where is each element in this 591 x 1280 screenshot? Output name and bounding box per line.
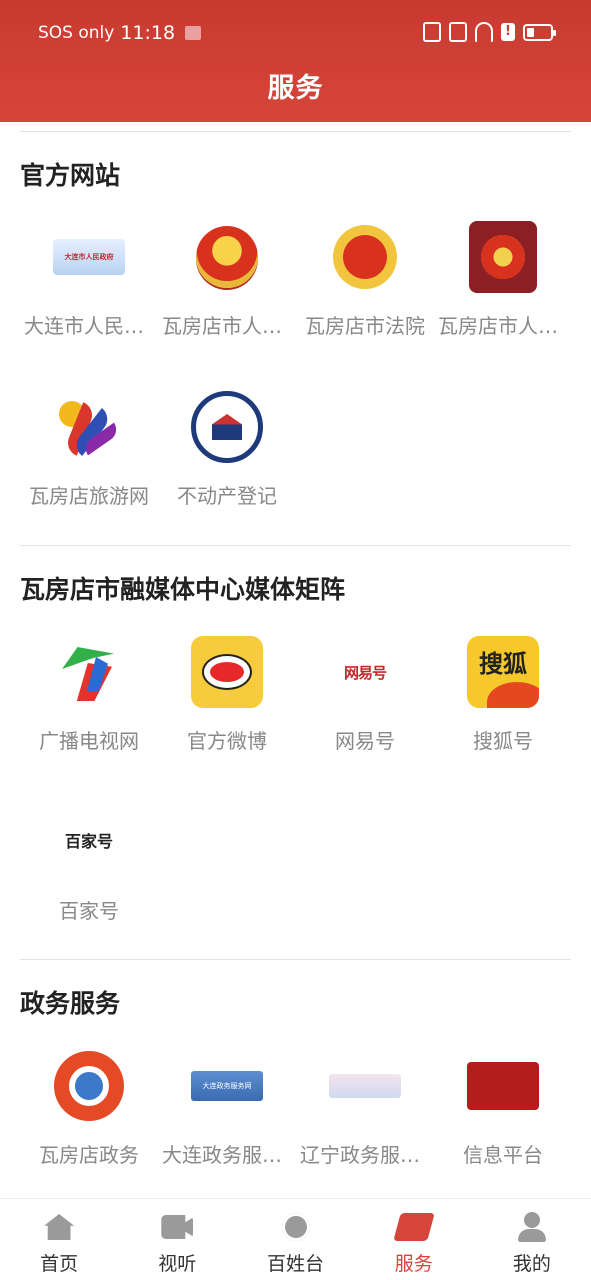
section-title-gov: 政务服务: [20, 989, 121, 1018]
tourism-logo-icon: [52, 390, 126, 464]
tab-label: 我的: [512, 1253, 551, 1275]
tab-service[interactable]: 服务: [355, 1199, 473, 1280]
home-icon: [42, 1211, 76, 1243]
official-item-tourism[interactable]: 瓦房店旅游网: [20, 390, 158, 509]
media-item-weibo[interactable]: 官方微博: [158, 635, 296, 754]
item-label: 网易号: [335, 729, 395, 753]
status-right: !: [423, 22, 556, 42]
wifi-icon: [475, 22, 493, 42]
divider: [20, 131, 571, 132]
item-label: 搜狐号: [473, 729, 533, 753]
tab-label: 视听: [158, 1253, 197, 1275]
item-label: 信息平台: [463, 1143, 543, 1167]
service-content[interactable]: 官方网站 大连市人民政府 大连市人民政府 瓦房店市人民政府 瓦房店市法院 瓦房店…: [0, 122, 591, 1198]
item-label: 大连市人民政府: [24, 314, 158, 338]
media-item-netease[interactable]: 网易号 网易号: [296, 635, 434, 754]
sohu-icon: 搜狐: [466, 635, 540, 709]
official-item-wfd-gov[interactable]: 瓦房店市人民政府: [158, 220, 296, 339]
gov-item-info[interactable]: 信息平台: [434, 1049, 572, 1168]
official-item-real-estate[interactable]: 不动产登记: [158, 390, 296, 509]
item-label: 瓦房店市人民检察院: [438, 314, 572, 338]
status-bar: SOS only 11:18 !: [0, 0, 591, 66]
section-title-media: 瓦房店市融媒体中心媒体矩阵: [20, 575, 346, 604]
tab-community[interactable]: 百姓台: [236, 1199, 354, 1280]
official-item-court[interactable]: 瓦房店市法院: [296, 220, 434, 339]
gov-item-liaoning[interactable]: 辽宁政务服务网: [296, 1049, 434, 1168]
baijiahao-icon: 百家号: [52, 805, 126, 879]
item-label: 瓦房店政务: [39, 1143, 139, 1167]
divider: [20, 959, 571, 960]
divider: [20, 545, 571, 546]
procuratorate-emblem-icon: [466, 220, 540, 294]
tab-label: 百姓台: [267, 1253, 325, 1275]
video-icon: [160, 1211, 194, 1243]
national-emblem-icon: [190, 220, 264, 294]
item-label: 瓦房店市人民政府: [162, 314, 296, 338]
alert-icon: !: [501, 23, 515, 41]
section-title-official: 官方网站: [20, 161, 121, 190]
tab-profile[interactable]: 我的: [473, 1199, 591, 1280]
netease-icon: 网易号: [328, 635, 402, 709]
media-item-tv[interactable]: 广播电视网: [20, 635, 158, 754]
tab-label: 首页: [40, 1253, 79, 1275]
media-item-sohu[interactable]: 搜狐 搜狐号: [434, 635, 572, 754]
gov-item-wfd[interactable]: 瓦房店政务: [20, 1049, 158, 1168]
gov-item-dalian[interactable]: 大连政务服务网 大连政务服务网: [158, 1049, 296, 1168]
official-item-procuratorate[interactable]: 瓦房店市人民检察院: [434, 220, 572, 339]
page-title: 服务: [267, 73, 324, 104]
wafangdian-gov-icon: [52, 1049, 126, 1123]
liaoning-gov-service-icon: [328, 1049, 402, 1123]
bottom-tab-bar: 首页 视听 百姓台 服务 我的: [0, 1198, 591, 1280]
battery-icon: [523, 23, 556, 41]
tv-logo-icon: [52, 635, 126, 709]
clock: 11:18: [120, 22, 176, 44]
network-status: SOS only: [38, 23, 115, 43]
item-label: 官方微博: [187, 729, 267, 753]
status-left: SOS only 11:18: [38, 22, 202, 44]
service-icon: [392, 1211, 435, 1243]
item-label: 大连政务服务网: [162, 1143, 296, 1167]
notification-icon: [185, 26, 202, 40]
tab-home[interactable]: 首页: [0, 1199, 118, 1280]
official-item-dalian-gov[interactable]: 大连市人民政府 大连市人民政府: [20, 220, 158, 339]
tab-label: 服务: [394, 1253, 433, 1275]
netease-logo-text: 网易号: [343, 663, 387, 682]
media-item-baijiahao[interactable]: 百家号 百家号: [20, 805, 158, 924]
vibrate-icon: [449, 22, 467, 42]
baijiahao-logo-text: 百家号: [64, 832, 113, 852]
planet-icon: [276, 1208, 315, 1246]
dalian-gov-banner-icon: 大连市人民政府: [52, 220, 126, 294]
sohu-logo-text: 搜狐: [467, 636, 539, 708]
dalian-banner-text: 大连政务服务网: [191, 1071, 263, 1101]
nfc-icon: [423, 22, 441, 42]
item-label: 不动产登记: [177, 484, 277, 508]
tab-video[interactable]: 视听: [118, 1199, 236, 1280]
dalian-gov-service-icon: 大连政务服务网: [190, 1049, 264, 1123]
item-label: 瓦房店市法院: [305, 314, 425, 338]
court-emblem-icon: [328, 220, 402, 294]
real-estate-registration-icon: [190, 390, 264, 464]
item-label: 百家号: [59, 899, 119, 923]
app-header: SOS only 11:18 ! 服务: [0, 0, 591, 122]
profile-icon: [515, 1211, 549, 1243]
item-label: 辽宁政务服务网: [300, 1143, 434, 1167]
item-label: 广播电视网: [39, 729, 139, 753]
info-platform-icon: [466, 1049, 540, 1123]
weibo-icon: [190, 635, 264, 709]
item-label: 瓦房店旅游网: [29, 484, 149, 508]
